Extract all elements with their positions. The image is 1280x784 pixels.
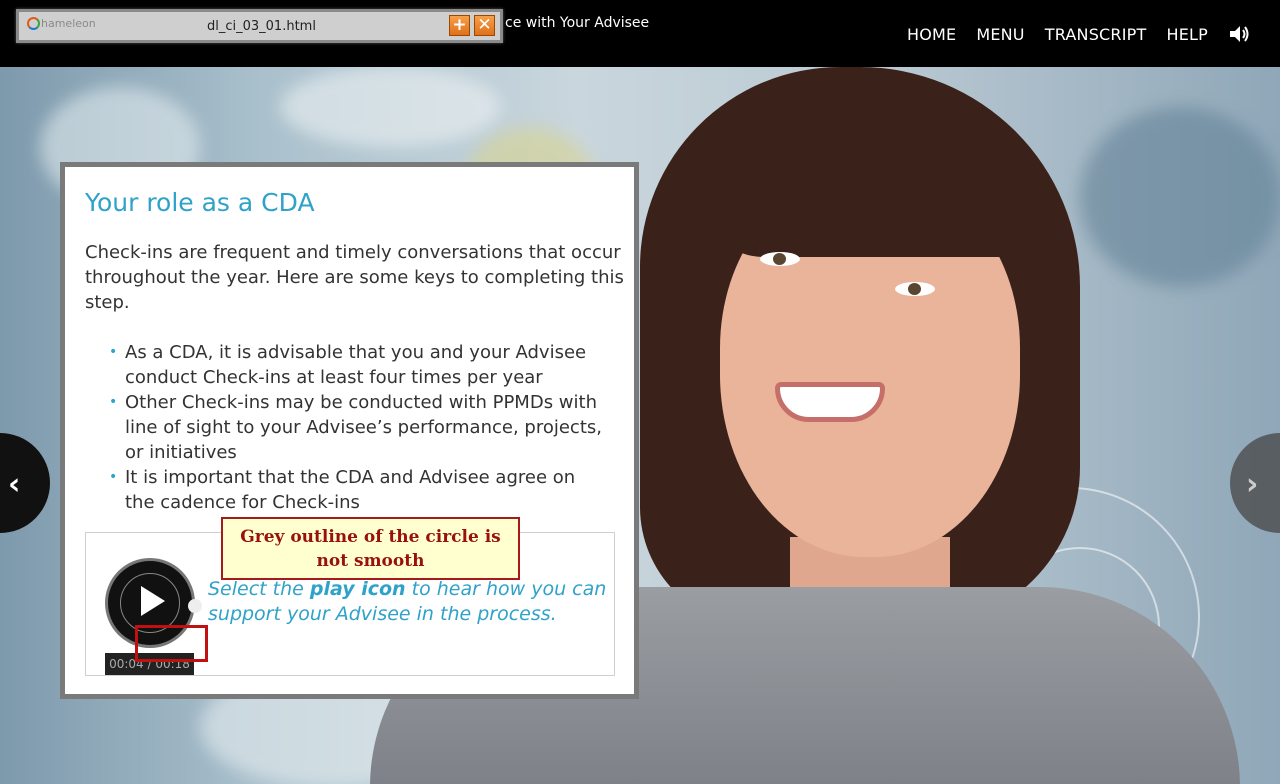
toolbar-close-button[interactable]: ✕	[474, 15, 495, 36]
panel-intro: Check-ins are frequent and timely conver…	[85, 242, 624, 313]
woman-bangs	[700, 87, 1030, 257]
progress-knob[interactable]	[188, 599, 202, 613]
chameleon-logo: hameleon	[27, 17, 96, 30]
nav-home[interactable]: HOME	[907, 25, 956, 44]
nav-menu[interactable]: MENU	[976, 25, 1024, 44]
chameleon-toolbar: hameleon dl_ci_03_01.html + ✕	[16, 9, 503, 43]
play-icon	[141, 586, 165, 616]
toolbar-filename: dl_ci_03_01.html	[207, 19, 316, 34]
woman-eye-left	[760, 252, 800, 266]
panel-title: Your role as a CDA	[85, 188, 315, 217]
nav-help[interactable]: HELP	[1166, 25, 1208, 44]
course-title: ce with Your Advisee	[505, 15, 650, 31]
chevron-left-icon: ‹	[8, 467, 21, 502]
woman-smile	[775, 382, 885, 422]
play-icon-label: play icon	[309, 578, 406, 600]
audio-prompt: Select the play icon to hear how you can…	[208, 578, 607, 625]
bullet-item: It is important that the CDA and Advisee…	[109, 465, 609, 515]
bullet-list: As a CDA, it is advisable that you and y…	[109, 340, 609, 515]
woman-eye-right	[895, 282, 935, 296]
nav-transcript[interactable]: TRANSCRIPT	[1045, 25, 1147, 44]
main-nav: HOME MENU TRANSCRIPT HELP	[907, 24, 1250, 44]
chevron-right-icon: ›	[1246, 467, 1259, 502]
bullet-item: Other Check-ins may be conducted with PP…	[109, 390, 609, 465]
bullet-item: As a CDA, it is advisable that you and y…	[109, 340, 609, 390]
annotation-highlight-box	[135, 625, 208, 662]
speaker-icon[interactable]	[1228, 24, 1250, 44]
toolbar-add-button[interactable]: +	[449, 15, 470, 36]
content-panel: Your role as a CDA Check-ins are frequen…	[60, 162, 639, 699]
chameleon-logo-icon	[27, 17, 40, 30]
annotation-note: Grey outline of the circle is not smooth	[221, 517, 520, 580]
